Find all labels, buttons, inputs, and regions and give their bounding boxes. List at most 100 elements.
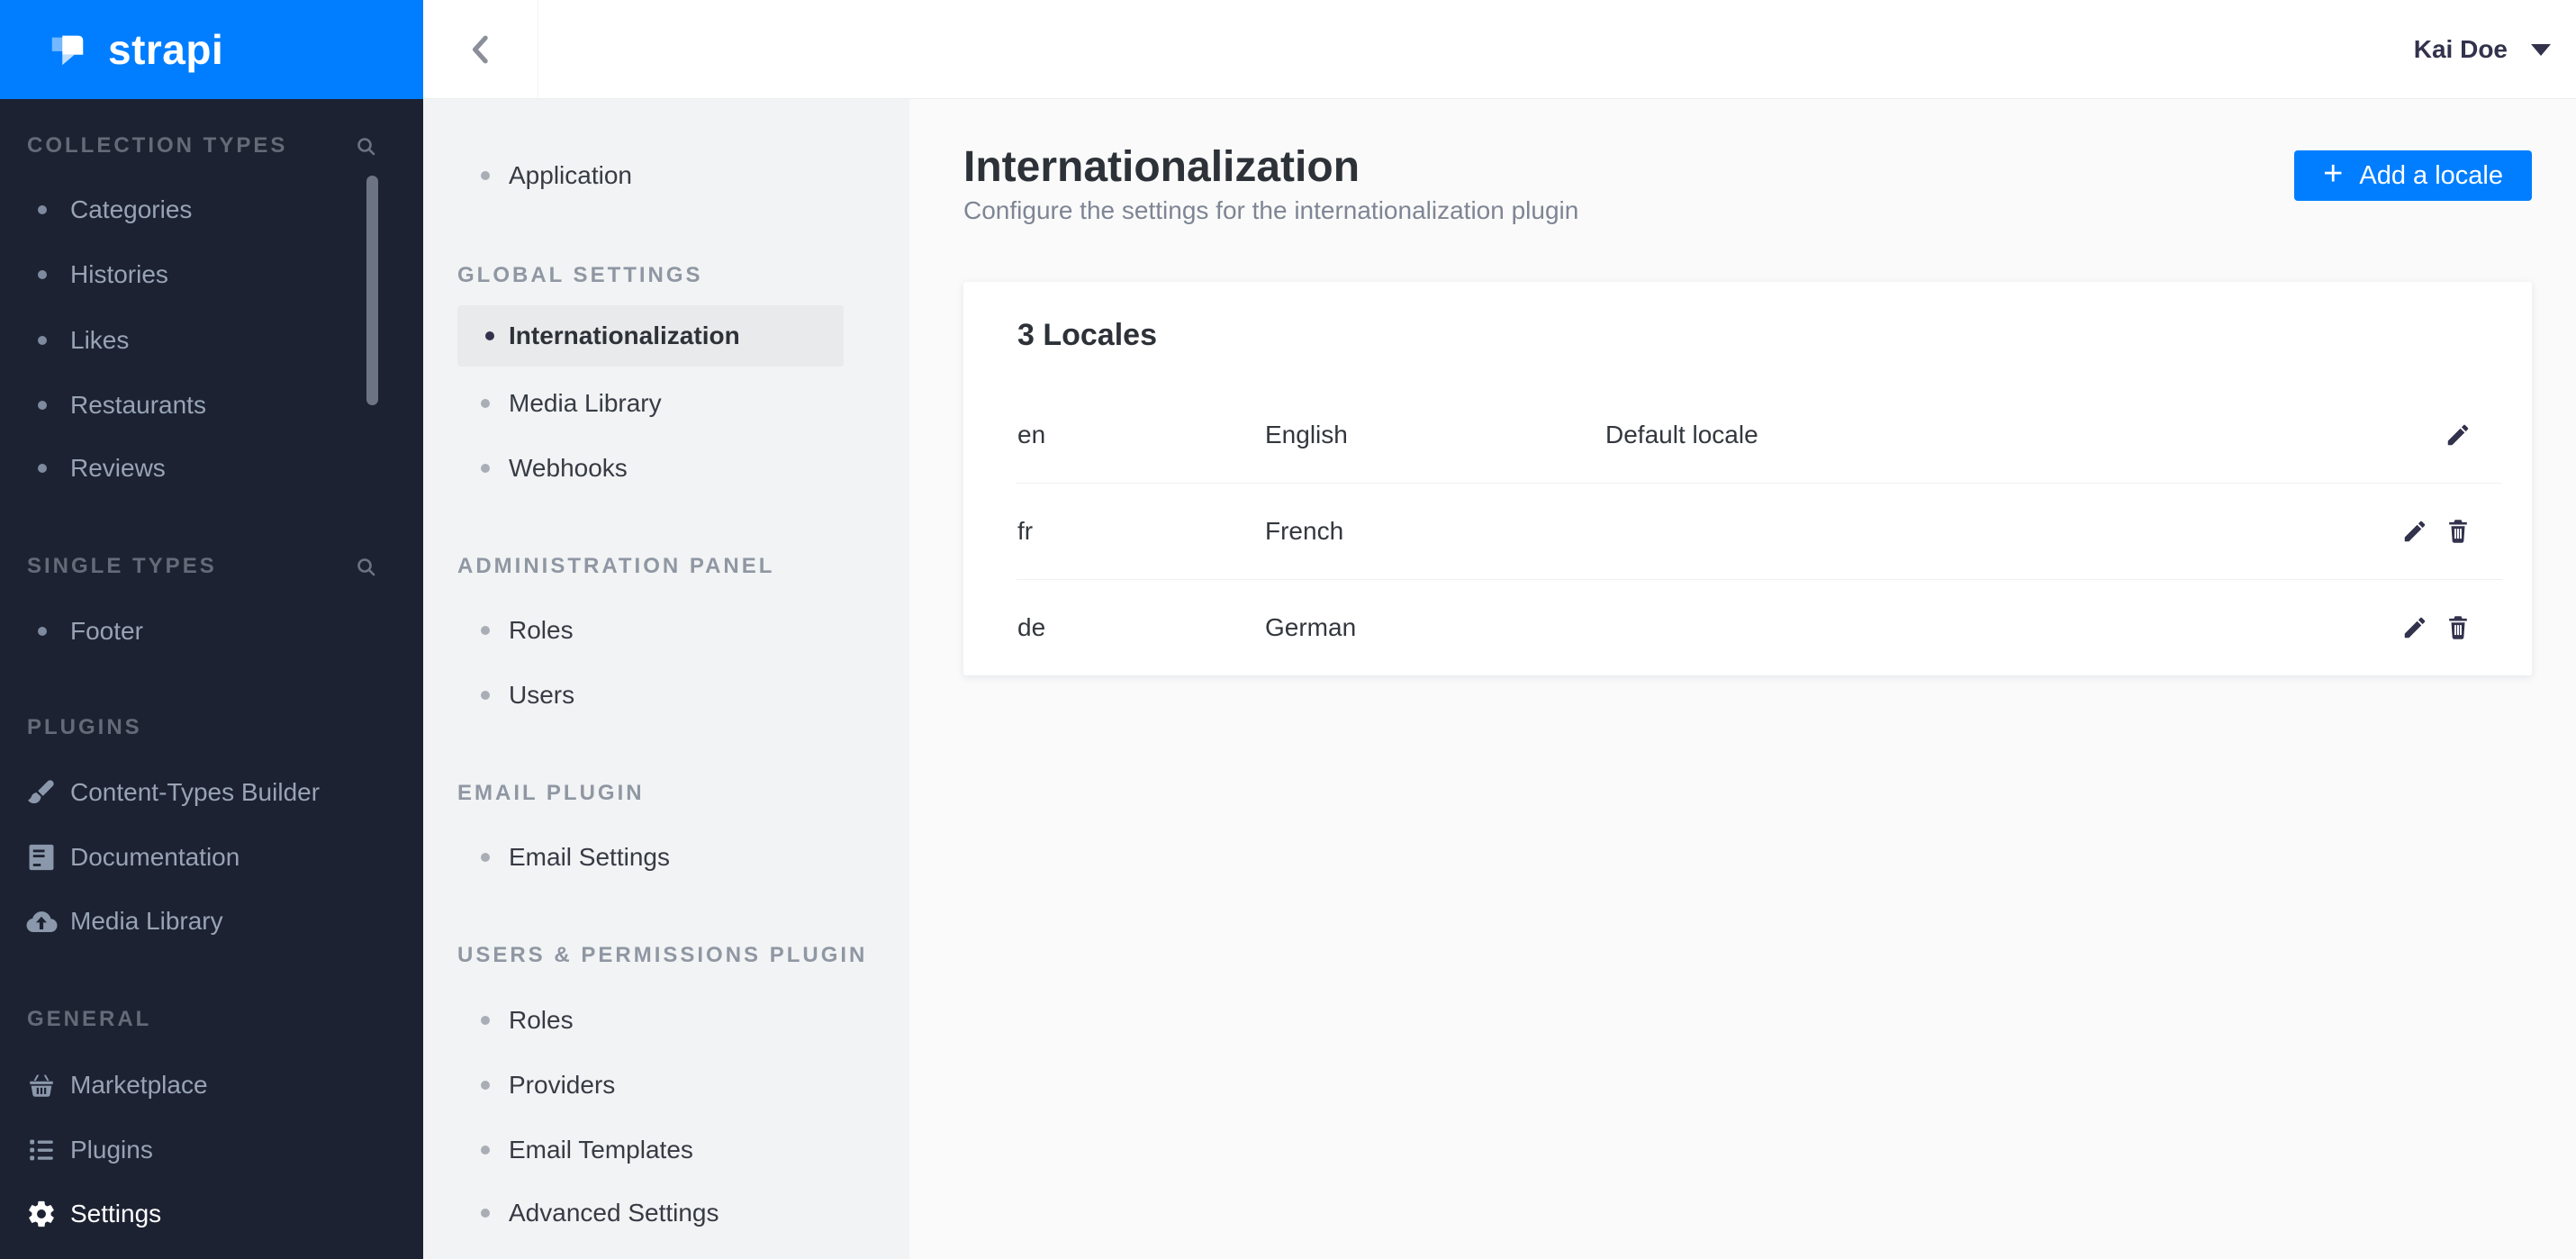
settings-item-label: Roles (509, 1006, 574, 1034)
delete-trash-icon[interactable] (2444, 613, 2472, 642)
strapi-wordmark: strapi (108, 26, 224, 73)
section-plugins: PLUGINS (0, 708, 423, 747)
topbar: Kai Doe (423, 0, 2576, 99)
sidebar-item-footer[interactable]: Footer (0, 599, 423, 664)
section-label: ADMINISTRATION PANEL (457, 554, 775, 578)
bullet-icon (38, 464, 47, 473)
settings-item-label: Providers (509, 1071, 616, 1099)
settings-item-label: Application (509, 161, 632, 189)
strapi-logo[interactable]: strapi (0, 0, 423, 99)
row-actions (2444, 421, 2532, 449)
locale-code: de (1017, 613, 1046, 641)
bullet-icon (481, 691, 490, 700)
sidebar-item-settings[interactable]: Settings (0, 1182, 423, 1246)
locale-name: German (1265, 613, 1357, 641)
settings-item-providers[interactable]: Providers (423, 1053, 909, 1118)
book-icon (23, 839, 59, 875)
settings-item-up-roles[interactable]: Roles (423, 988, 909, 1053)
locale-name: English (1265, 421, 1348, 448)
bullet-icon (481, 626, 490, 635)
settings-section-email-plugin: EMAIL PLUGIN (423, 774, 909, 813)
chevron-down-icon (2531, 43, 2551, 56)
sidebar-item-label: Histories (70, 260, 168, 288)
user-menu[interactable]: Kai Doe (2414, 0, 2551, 99)
settings-item-label: Email Settings (509, 843, 670, 871)
settings-section-users-permissions-plugin: USERS & PERMISSIONS PLUGIN (423, 936, 909, 975)
add-locale-button[interactable]: + Add a locale (2294, 150, 2532, 201)
search-icon[interactable] (355, 556, 378, 579)
section-label: COLLECTION TYPES (27, 133, 288, 158)
row-actions (2400, 517, 2532, 546)
sidebar-item-reviews[interactable]: Reviews (0, 436, 423, 501)
section-label: PLUGINS (27, 715, 142, 739)
sidebar-scrollbar[interactable] (366, 176, 378, 405)
section-general: GENERAL (0, 1000, 423, 1039)
locale-row-de: de German (963, 580, 2532, 675)
sidebar-item-label: Plugins (70, 1136, 153, 1164)
locale-code: en (1017, 421, 1046, 448)
settings-item-media-library[interactable]: Media Library (423, 371, 909, 436)
settings-item-advanced-settings[interactable]: Advanced Settings (423, 1181, 909, 1245)
settings-item-label: Internationalization (509, 322, 740, 349)
main-content: Internationalization Configure the setti… (909, 99, 2576, 1259)
locale-row-fr: fr French (963, 484, 2532, 579)
edit-pencil-icon[interactable] (2444, 421, 2472, 449)
user-name: Kai Doe (2413, 35, 2508, 63)
back-button[interactable] (423, 0, 538, 99)
sidebar-item-media-library[interactable]: Media Library (0, 889, 423, 954)
main-sidebar: strapi COLLECTION TYPES Categories Histo… (0, 0, 423, 1259)
settings-item-webhooks[interactable]: Webhooks (423, 436, 909, 501)
settings-item-label: Email Templates (509, 1136, 693, 1164)
section-single-types: SINGLE TYPES (0, 547, 423, 586)
locale-name: French (1265, 517, 1344, 545)
settings-section-global-settings: GLOBAL SETTINGS (423, 256, 909, 295)
sidebar-item-histories[interactable]: Histories (0, 242, 423, 307)
sidebar-item-label: Settings (70, 1200, 162, 1227)
bullet-icon (481, 171, 490, 180)
search-icon[interactable] (355, 135, 378, 159)
bullet-icon (38, 627, 47, 636)
bullet-icon (481, 1209, 490, 1218)
settings-item-roles[interactable]: Roles (423, 598, 909, 663)
settings-section-administration-panel: ADMINISTRATION PANEL (423, 547, 909, 586)
bullet-icon (481, 1146, 490, 1155)
edit-pencil-icon[interactable] (2400, 613, 2429, 642)
chevron-left-icon (472, 35, 488, 64)
sidebar-item-label: Marketplace (70, 1071, 208, 1099)
sidebar-item-categories[interactable]: Categories (0, 177, 423, 242)
sidebar-item-label: Restaurants (70, 391, 206, 419)
strapi-logo-icon (51, 35, 84, 66)
settings-item-users[interactable]: Users (423, 663, 909, 728)
locales-card-title: 3 Locales (1017, 318, 1157, 352)
gear-icon (23, 1196, 59, 1232)
section-label: USERS & PERMISSIONS PLUGIN (457, 943, 868, 967)
locale-status: Default locale (1605, 421, 1758, 448)
settings-item-internationalization[interactable]: Internationalization (457, 305, 844, 367)
locale-row-en: en English Default locale (963, 387, 2532, 483)
settings-item-email-settings[interactable]: Email Settings (423, 825, 909, 890)
sidebar-item-label: Footer (70, 617, 143, 645)
settings-item-email-templates[interactable]: Email Templates (423, 1118, 909, 1182)
brush-icon (23, 774, 59, 811)
sidebar-item-label: Content-Types Builder (70, 778, 321, 806)
bullet-icon (38, 270, 47, 279)
sidebar-item-label: Categories (70, 195, 193, 223)
settings-item-label: Users (509, 681, 575, 709)
section-label: EMAIL PLUGIN (457, 781, 645, 805)
sidebar-item-plugins[interactable]: Plugins (0, 1118, 423, 1182)
settings-item-application[interactable]: Application (423, 143, 909, 208)
sidebar-item-likes[interactable]: Likes (0, 308, 423, 373)
app: strapi COLLECTION TYPES Categories Histo… (0, 0, 2576, 1259)
bullet-icon (38, 205, 47, 214)
plus-icon: + (2323, 155, 2344, 193)
sidebar-item-content-types-builder[interactable]: Content-Types Builder (0, 760, 423, 825)
section-collection-types: COLLECTION TYPES (0, 126, 423, 166)
edit-pencil-icon[interactable] (2400, 517, 2429, 546)
bullet-icon (485, 331, 494, 340)
delete-trash-icon[interactable] (2444, 517, 2472, 546)
sidebar-item-documentation[interactable]: Documentation (0, 825, 423, 890)
sidebar-item-marketplace[interactable]: Marketplace (0, 1053, 423, 1118)
cloud-upload-icon (23, 903, 59, 939)
sidebar-item-label: Media Library (70, 907, 223, 935)
sidebar-item-restaurants[interactable]: Restaurants (0, 373, 423, 438)
